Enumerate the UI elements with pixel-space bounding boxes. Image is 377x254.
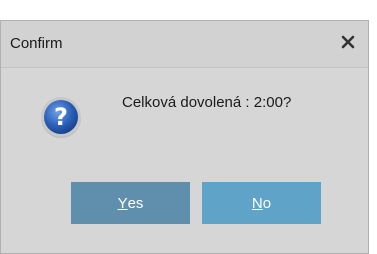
dialog-titlebar: Confirm [1,21,368,67]
no-label-rest: o [262,194,272,212]
yes-button[interactable]: Yes [71,182,190,224]
title-divider [1,67,368,68]
question-icon: ? [41,97,81,138]
svg-text:?: ? [54,103,68,131]
dialog-title: Confirm [10,35,63,52]
yes-mnemonic: Y [117,194,128,212]
confirm-dialog: Confirm ? Celková dovolená : 2:00? Yes N… [0,20,369,254]
no-button[interactable]: No [202,182,321,224]
yes-label-rest: es [127,194,144,212]
dialog-message: Celková dovolená : 2:00? [122,94,292,111]
close-icon[interactable] [337,31,359,53]
no-mnemonic: N [251,194,263,212]
